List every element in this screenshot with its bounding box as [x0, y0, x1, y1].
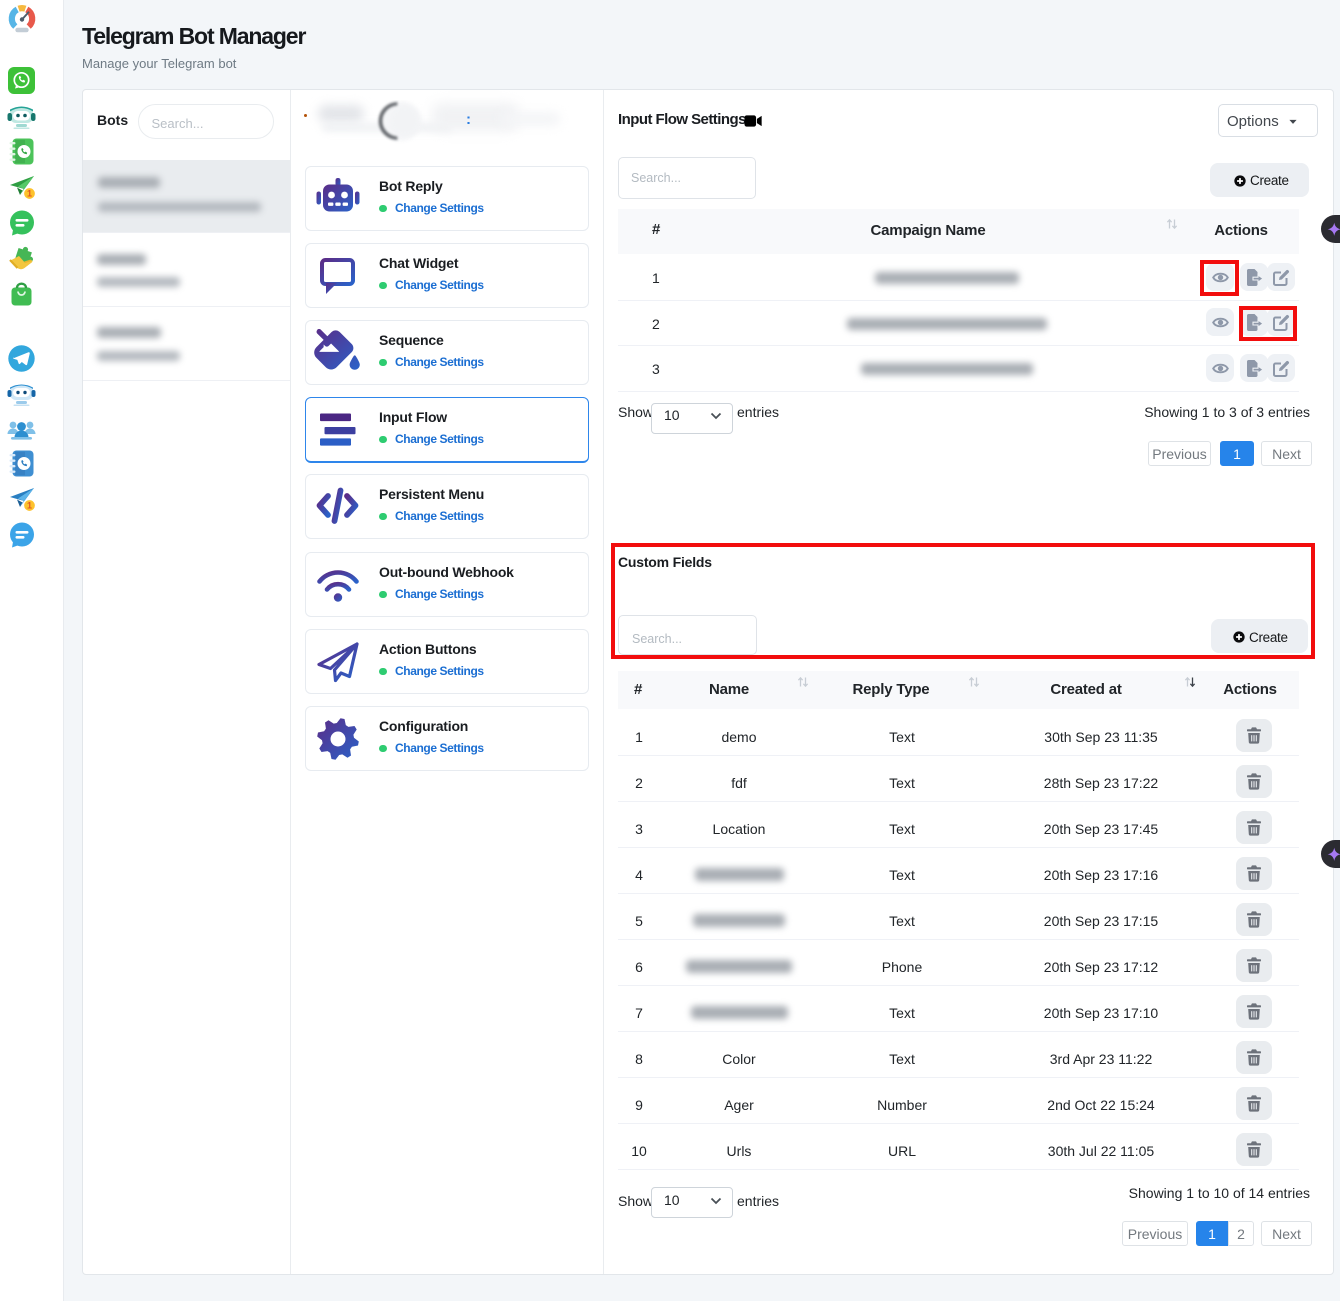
- svg-text:1: 1: [26, 189, 31, 199]
- svg-text:1: 1: [26, 501, 31, 511]
